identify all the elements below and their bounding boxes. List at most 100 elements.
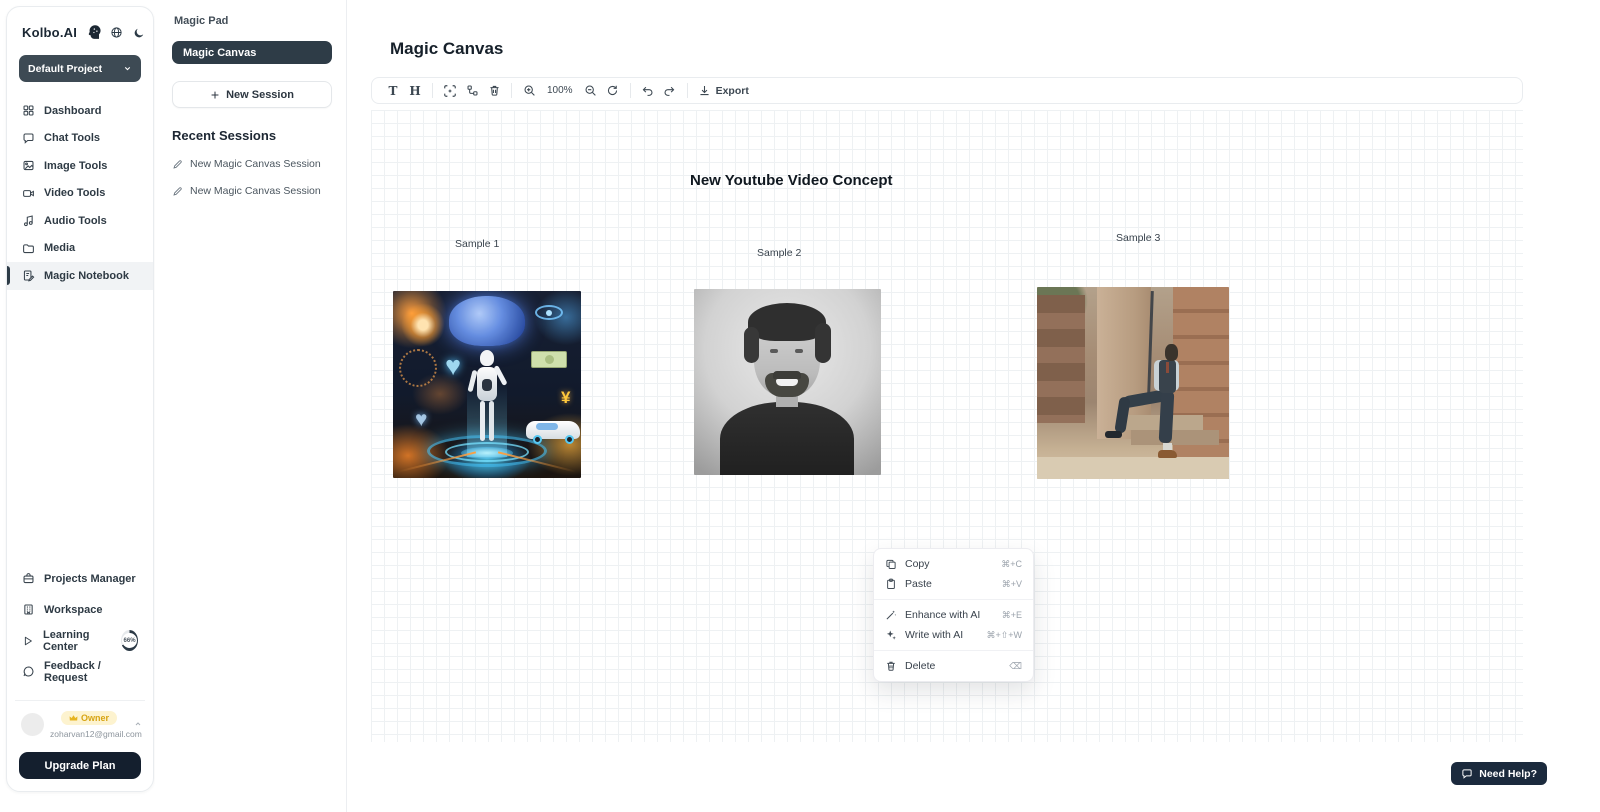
canvas-text-block-title[interactable]: New Youtube Video Concept	[690, 172, 893, 189]
sparkles-icon	[885, 629, 897, 641]
canvas-toolbar: T H 100% Export	[371, 77, 1523, 104]
context-menu-item-delete[interactable]: Delete ⌫	[874, 656, 1033, 676]
new-session-button[interactable]: New Session	[172, 81, 332, 108]
sidebar-item-label: Learning Center	[43, 629, 111, 653]
canvas-image-ai-robot-concept[interactable]: ♥ ♥ ¥	[393, 291, 581, 478]
sidebar-item-magic-notebook[interactable]: Magic Notebook	[7, 262, 153, 290]
sidebar-item-label: Magic Notebook	[44, 270, 129, 282]
context-menu-label: Write with AI	[905, 629, 986, 641]
trash-icon-button[interactable]	[483, 80, 505, 102]
active-indicator	[7, 266, 10, 285]
pencil-icon	[172, 159, 183, 170]
sessions-panel: Magic Pad Magic Canvas New Session Recen…	[155, 0, 347, 812]
reset-view-button[interactable]	[602, 80, 624, 102]
context-menu-divider	[874, 650, 1033, 651]
main-area: Magic Canvas T H 100% Export New Youtube…	[347, 0, 1600, 812]
zoom-level-value[interactable]: 100%	[540, 85, 580, 96]
flow-connector-button[interactable]	[461, 80, 483, 102]
feedback-bubble-icon	[22, 665, 35, 678]
sidebar-item-audio-tools[interactable]: Audio Tools	[7, 207, 153, 235]
notebook-pen-icon	[22, 269, 35, 282]
heading-tool-button[interactable]: H	[404, 80, 426, 102]
sidebar-item-image-tools[interactable]: Image Tools	[7, 152, 153, 180]
brand-logo: Kolbo.AI	[22, 25, 77, 40]
magic-wand-icon	[885, 609, 897, 621]
sidebar-footer: Projects Manager Workspace Learning Cent…	[7, 563, 153, 687]
primary-sidebar: Kolbo.AI Default Project Dashboard Chat …	[6, 6, 154, 792]
redo-button[interactable]	[659, 80, 681, 102]
zoom-out-button[interactable]	[580, 80, 602, 102]
sidebar-item-label: Feedback / Request	[44, 660, 138, 684]
context-menu-divider	[874, 599, 1033, 600]
new-session-label: New Session	[226, 89, 294, 101]
context-menu-item-copy[interactable]: Copy ⌘+C	[874, 554, 1033, 574]
canvas-text-sample-2[interactable]: Sample 2	[757, 247, 801, 259]
text-tool-button[interactable]: T	[382, 80, 404, 102]
sidebar-item-label: Workspace	[44, 604, 103, 616]
sidebar-item-video-tools[interactable]: Video Tools	[7, 180, 153, 208]
language-globe-icon[interactable]	[110, 26, 123, 39]
sidebar-item-media[interactable]: Media	[7, 235, 153, 263]
canvas-text-sample-1[interactable]: Sample 1	[455, 238, 499, 250]
music-note-icon	[22, 214, 35, 227]
context-menu-item-paste[interactable]: Paste ⌘+V	[874, 574, 1033, 594]
chat-bubble-icon	[22, 132, 35, 145]
plus-icon	[210, 90, 220, 100]
magic-pad-item[interactable]: Magic Pad	[172, 15, 332, 27]
sidebar-item-workspace[interactable]: Workspace	[7, 594, 153, 625]
context-menu-item-enhance-with-ai[interactable]: Enhance with AI ⌘+E	[874, 605, 1033, 625]
sidebar-item-learning-center[interactable]: Learning Center 66%	[7, 625, 153, 656]
avatar	[21, 713, 44, 736]
ai-select-button[interactable]	[439, 80, 461, 102]
project-selector-label: Default Project	[28, 63, 102, 75]
building-icon	[22, 603, 35, 616]
dashboard-icon	[22, 104, 35, 117]
need-help-button[interactable]: Need Help?	[1451, 762, 1547, 785]
undo-button[interactable]	[637, 80, 659, 102]
crown-icon	[69, 714, 78, 722]
magic-canvas-workspace[interactable]: New Youtube Video Concept Sample 1 Sampl…	[371, 110, 1523, 742]
sidebar-item-label: Chat Tools	[44, 132, 100, 144]
magic-canvas-item-selected[interactable]: Magic Canvas	[172, 41, 332, 64]
sidebar-item-projects-manager[interactable]: Projects Manager	[7, 563, 153, 594]
context-menu-label: Enhance with AI	[905, 609, 1002, 621]
project-selector[interactable]: Default Project	[19, 55, 141, 82]
context-menu-label: Copy	[905, 558, 1001, 570]
owner-badge: Owner	[61, 711, 117, 725]
user-email: zoharvan12@gmail.com	[50, 729, 128, 739]
dark-mode-moon-icon[interactable]	[133, 27, 145, 39]
toolbar-divider	[687, 83, 688, 98]
sidebar-item-label: Projects Manager	[44, 573, 136, 585]
chevron-up-icon	[134, 720, 142, 728]
sidebar-nav: Dashboard Chat Tools Image Tools Video T…	[7, 97, 153, 290]
sidebar-item-dashboard[interactable]: Dashboard	[7, 97, 153, 125]
zoom-in-button[interactable]	[518, 80, 540, 102]
learning-progress-value: 66%	[122, 633, 137, 648]
session-item-label: New Magic Canvas Session	[190, 158, 321, 170]
session-item[interactable]: New Magic Canvas Session	[172, 158, 332, 170]
sidebar-item-label: Audio Tools	[44, 215, 107, 227]
briefcase-icon	[22, 572, 35, 585]
canvas-image-man-on-ruins[interactable]	[1037, 287, 1229, 479]
user-account-row[interactable]: Owner zoharvan12@gmail.com	[15, 700, 145, 747]
learning-progress-ring: 66%	[121, 630, 138, 651]
brain-logo-icon	[85, 24, 102, 41]
session-item-label: New Magic Canvas Session	[190, 185, 321, 197]
pencil-icon	[172, 186, 183, 197]
help-chat-icon	[1461, 768, 1473, 780]
image-icon	[22, 159, 35, 172]
sidebar-item-chat-tools[interactable]: Chat Tools	[7, 125, 153, 153]
context-menu-item-write-with-ai[interactable]: Write with AI ⌘+⇧+W	[874, 625, 1033, 645]
video-camera-icon	[22, 187, 35, 200]
canvas-image-bw-portrait[interactable]	[694, 289, 881, 475]
toolbar-divider	[630, 83, 631, 98]
upgrade-plan-button[interactable]: Upgrade Plan	[19, 752, 141, 779]
session-item[interactable]: New Magic Canvas Session	[172, 185, 332, 197]
context-menu-shortcut: ⌘+⇧+W	[986, 630, 1022, 641]
need-help-label: Need Help?	[1479, 768, 1537, 780]
export-button[interactable]: Export	[694, 84, 753, 97]
canvas-text-sample-3[interactable]: Sample 3	[1116, 232, 1160, 244]
context-menu-shortcut: ⌫	[1009, 661, 1022, 672]
sidebar-item-feedback-request[interactable]: Feedback / Request	[7, 656, 153, 687]
logo-row: Kolbo.AI	[7, 7, 153, 41]
